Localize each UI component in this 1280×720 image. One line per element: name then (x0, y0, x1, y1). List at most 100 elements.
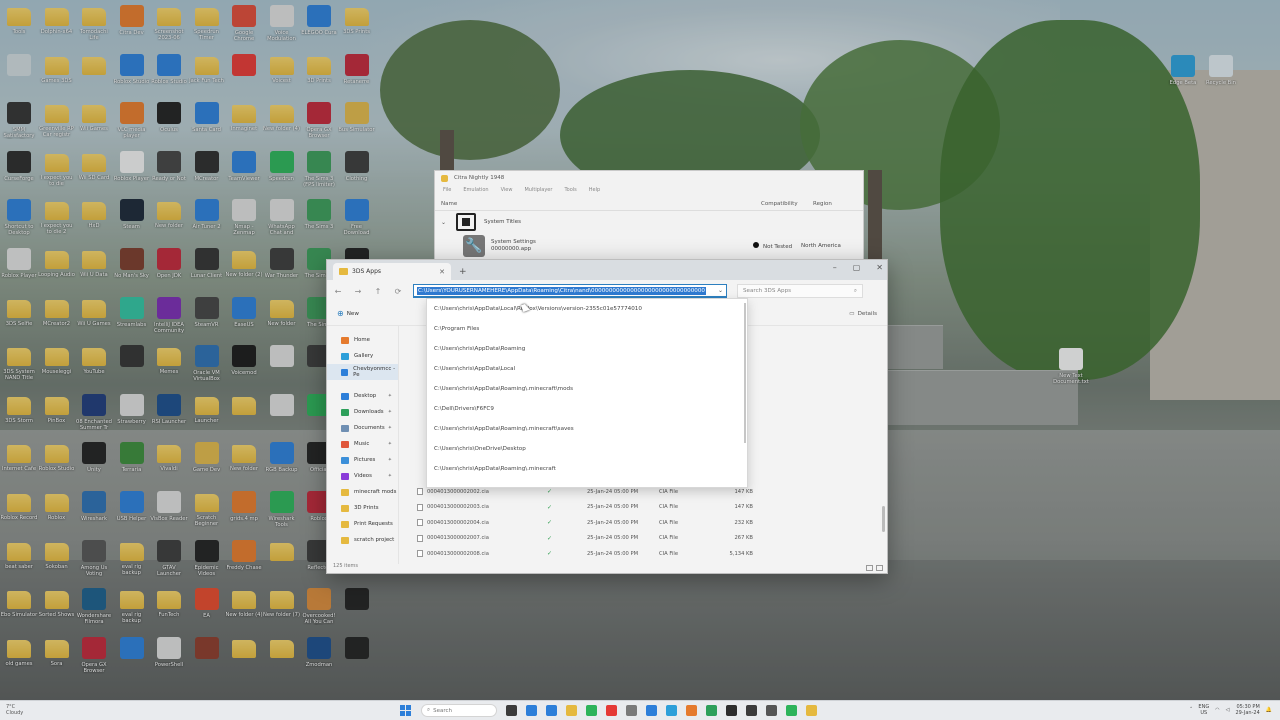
sidebar-item[interactable]: Print Requests (327, 516, 398, 532)
citra-game-row[interactable]: 🔧 System Settings 00000000.app Not Teste… (435, 233, 863, 259)
address-history-item[interactable]: C:\Program Files (427, 319, 747, 339)
sidebar-item[interactable]: Chevbyonmcc - Pe (327, 364, 398, 380)
desktop-icon[interactable]: Overcooked! All You Can Eat (300, 585, 338, 634)
desktop-icon[interactable] (0, 51, 38, 100)
desktop-icon[interactable] (75, 51, 113, 100)
desktop-icon[interactable]: Speedrun (263, 148, 301, 197)
desktop-icon[interactable]: Strawberry (113, 391, 151, 440)
clock[interactable]: 05:30 PM 29-Jan-24 (1235, 704, 1259, 716)
notification-bell-icon[interactable]: 🔔 (1266, 707, 1272, 713)
desktop-icon[interactable]: RGB Backup (263, 439, 301, 488)
desktop-icon[interactable]: Roblox Player (0, 245, 38, 294)
address-history-item[interactable]: C:\Users\chris\AppData\Roaming\.minecraf… (427, 379, 747, 399)
citra-menu-tools[interactable]: Tools (564, 187, 576, 195)
desktop-icon[interactable]: Wii SD Card (75, 148, 113, 197)
address-history-item[interactable]: C:\Users\chris\OneDrive\Desktop (427, 439, 747, 459)
desktop-icon[interactable]: Screenshot 2023-06 (150, 2, 188, 51)
desktop-icon[interactable]: 08 Enchanted Summer Tr (75, 391, 113, 440)
desktop-icon[interactable] (225, 634, 263, 683)
desktop-icon[interactable]: Recycle Bin (1202, 52, 1240, 101)
close-icon[interactable]: ✕ (439, 268, 445, 276)
desktop-icon[interactable]: beat saber (0, 537, 38, 586)
citra-menu-help[interactable]: Help (589, 187, 600, 195)
desktop-icon[interactable]: SMM Satisfactory Mod Man (0, 99, 38, 148)
desktop-icon[interactable]: Speedrun Timer (188, 2, 226, 51)
desktop-icon[interactable]: RSI Launcher (150, 391, 188, 440)
sidebar-item[interactable]: Desktop ✦ (327, 388, 398, 404)
desktop-icon[interactable] (225, 51, 263, 100)
desktop-icon[interactable]: Opera GX Browser (75, 634, 113, 683)
sidebar-item[interactable]: Pictures ✦ (327, 452, 398, 468)
desktop-icon[interactable]: Sorted Shows (38, 585, 76, 634)
desktop-icon[interactable]: New folder (4) (263, 99, 301, 148)
desktop-icon[interactable]: MCreator (188, 148, 226, 197)
desktop-icon[interactable]: New folder (150, 196, 188, 245)
taskbar-app-icon[interactable] (686, 705, 697, 716)
desktop-icon[interactable]: FunTech (150, 585, 188, 634)
new-tab-button[interactable]: + (459, 267, 467, 277)
desktop-icon[interactable]: Edge Beta (1164, 52, 1202, 101)
desktop-icon[interactable]: YouTube (75, 342, 113, 391)
file-row[interactable]: 0004013000002004.cia ✓ 25-Jan-24 05:00 PM C… (417, 515, 753, 530)
taskbar-app-icon[interactable] (806, 705, 817, 716)
sidebar-item[interactable]: 3D Prints (327, 500, 398, 516)
desktop-icon[interactable]: MCreator2 (38, 294, 76, 343)
desktop-icon[interactable]: Tools (0, 2, 38, 51)
desktop-icon[interactable]: TeamViewer (225, 148, 263, 197)
taskbar-app-icon[interactable] (646, 705, 657, 716)
address-history-item[interactable]: C:\Dell\Drivers\F6FC9 (427, 399, 747, 419)
taskbar-search[interactable]: ⌕ Search (421, 704, 497, 717)
desktop-icon[interactable]: HxD (75, 196, 113, 245)
desktop-icon[interactable]: New Text Document.txt (1052, 345, 1090, 394)
address-history-item[interactable]: C:\Users\chris\AppData\Roaming\.minecraf… (427, 419, 747, 439)
maximize-icon[interactable]: ▢ (853, 263, 861, 272)
desktop-icon[interactable]: VisBox Reader (150, 488, 188, 537)
sidebar-item[interactable]: Music ✦ (327, 436, 398, 452)
desktop-icon[interactable] (338, 585, 376, 634)
refresh-icon[interactable]: ⟳ (393, 287, 403, 296)
citra-menu-emulation[interactable]: Emulation (463, 187, 488, 195)
desktop-icon[interactable]: Bus Simulator (338, 99, 376, 148)
taskbar-app-icon[interactable] (786, 705, 797, 716)
desktop-icon[interactable]: Oculus (150, 99, 188, 148)
desktop-icon[interactable]: VLC media player (113, 99, 151, 148)
desktop-icon[interactable]: Unity (75, 439, 113, 488)
desktop-icon[interactable]: New folder (225, 439, 263, 488)
desktop-icon[interactable]: Freddy Chase (225, 537, 263, 586)
taskbar-app-icon[interactable] (566, 705, 577, 716)
desktop-icon[interactable]: Internet Cafe (0, 439, 38, 488)
desktop-icon[interactable] (338, 634, 376, 683)
new-button[interactable]: ⊕ New (337, 309, 359, 318)
file-list-scrollbar[interactable] (882, 506, 885, 532)
desktop-icon[interactable]: New folder (4) (225, 585, 263, 634)
desktop-icon[interactable]: Open JDK (150, 245, 188, 294)
desktop-icon[interactable]: Tomodachi Life (75, 2, 113, 51)
taskbar-app-icon[interactable] (746, 705, 757, 716)
details-button[interactable]: ▭ Details (849, 311, 877, 317)
taskbar-app-icon[interactable] (706, 705, 717, 716)
taskbar-app-icon[interactable] (606, 705, 617, 716)
citra-menu-file[interactable]: File (443, 187, 451, 195)
address-history-item[interactable]: C:\Users\chris\AppData\Roaming\.minecraf… (427, 459, 747, 479)
desktop-icon[interactable]: Roblox Studio (38, 439, 76, 488)
desktop-icon[interactable]: Zmodman (300, 634, 338, 683)
desktop-icon[interactable]: 3D Prints (300, 51, 338, 100)
desktop-icon[interactable]: Epidemic Videos (188, 537, 226, 586)
desktop-icon[interactable]: The Sims 3 (FPS limiter) (300, 148, 338, 197)
taskbar-app-icon[interactable] (526, 705, 537, 716)
desktop-icon[interactable]: SteamVR (188, 294, 226, 343)
desktop-icon[interactable]: Roblox (38, 488, 76, 537)
desktop-icon[interactable]: GTAV Launcher (150, 537, 188, 586)
desktop-icon[interactable]: New folder (7) (263, 585, 301, 634)
sidebar-item[interactable]: Documents ✦ (327, 420, 398, 436)
desktop-icon[interactable]: Game Dev (188, 439, 226, 488)
address-bar-input[interactable]: C:\Users\YOURUSERNAMEHERE\AppData\Roamin… (413, 284, 727, 298)
desktop-icon[interactable]: Streamlabs (113, 294, 151, 343)
desktop-icon[interactable]: Wireshark (75, 488, 113, 537)
desktop-icon[interactable] (263, 391, 301, 440)
list-view-icon[interactable] (866, 565, 873, 571)
desktop-icon[interactable]: EaseUS (225, 294, 263, 343)
sidebar-item[interactable]: Home (327, 332, 398, 348)
file-row[interactable]: 0004013000002003.cia ✓ 25-Jan-24 05:00 PM C… (417, 500, 753, 515)
desktop-icon[interactable]: grids.4 mp (225, 488, 263, 537)
